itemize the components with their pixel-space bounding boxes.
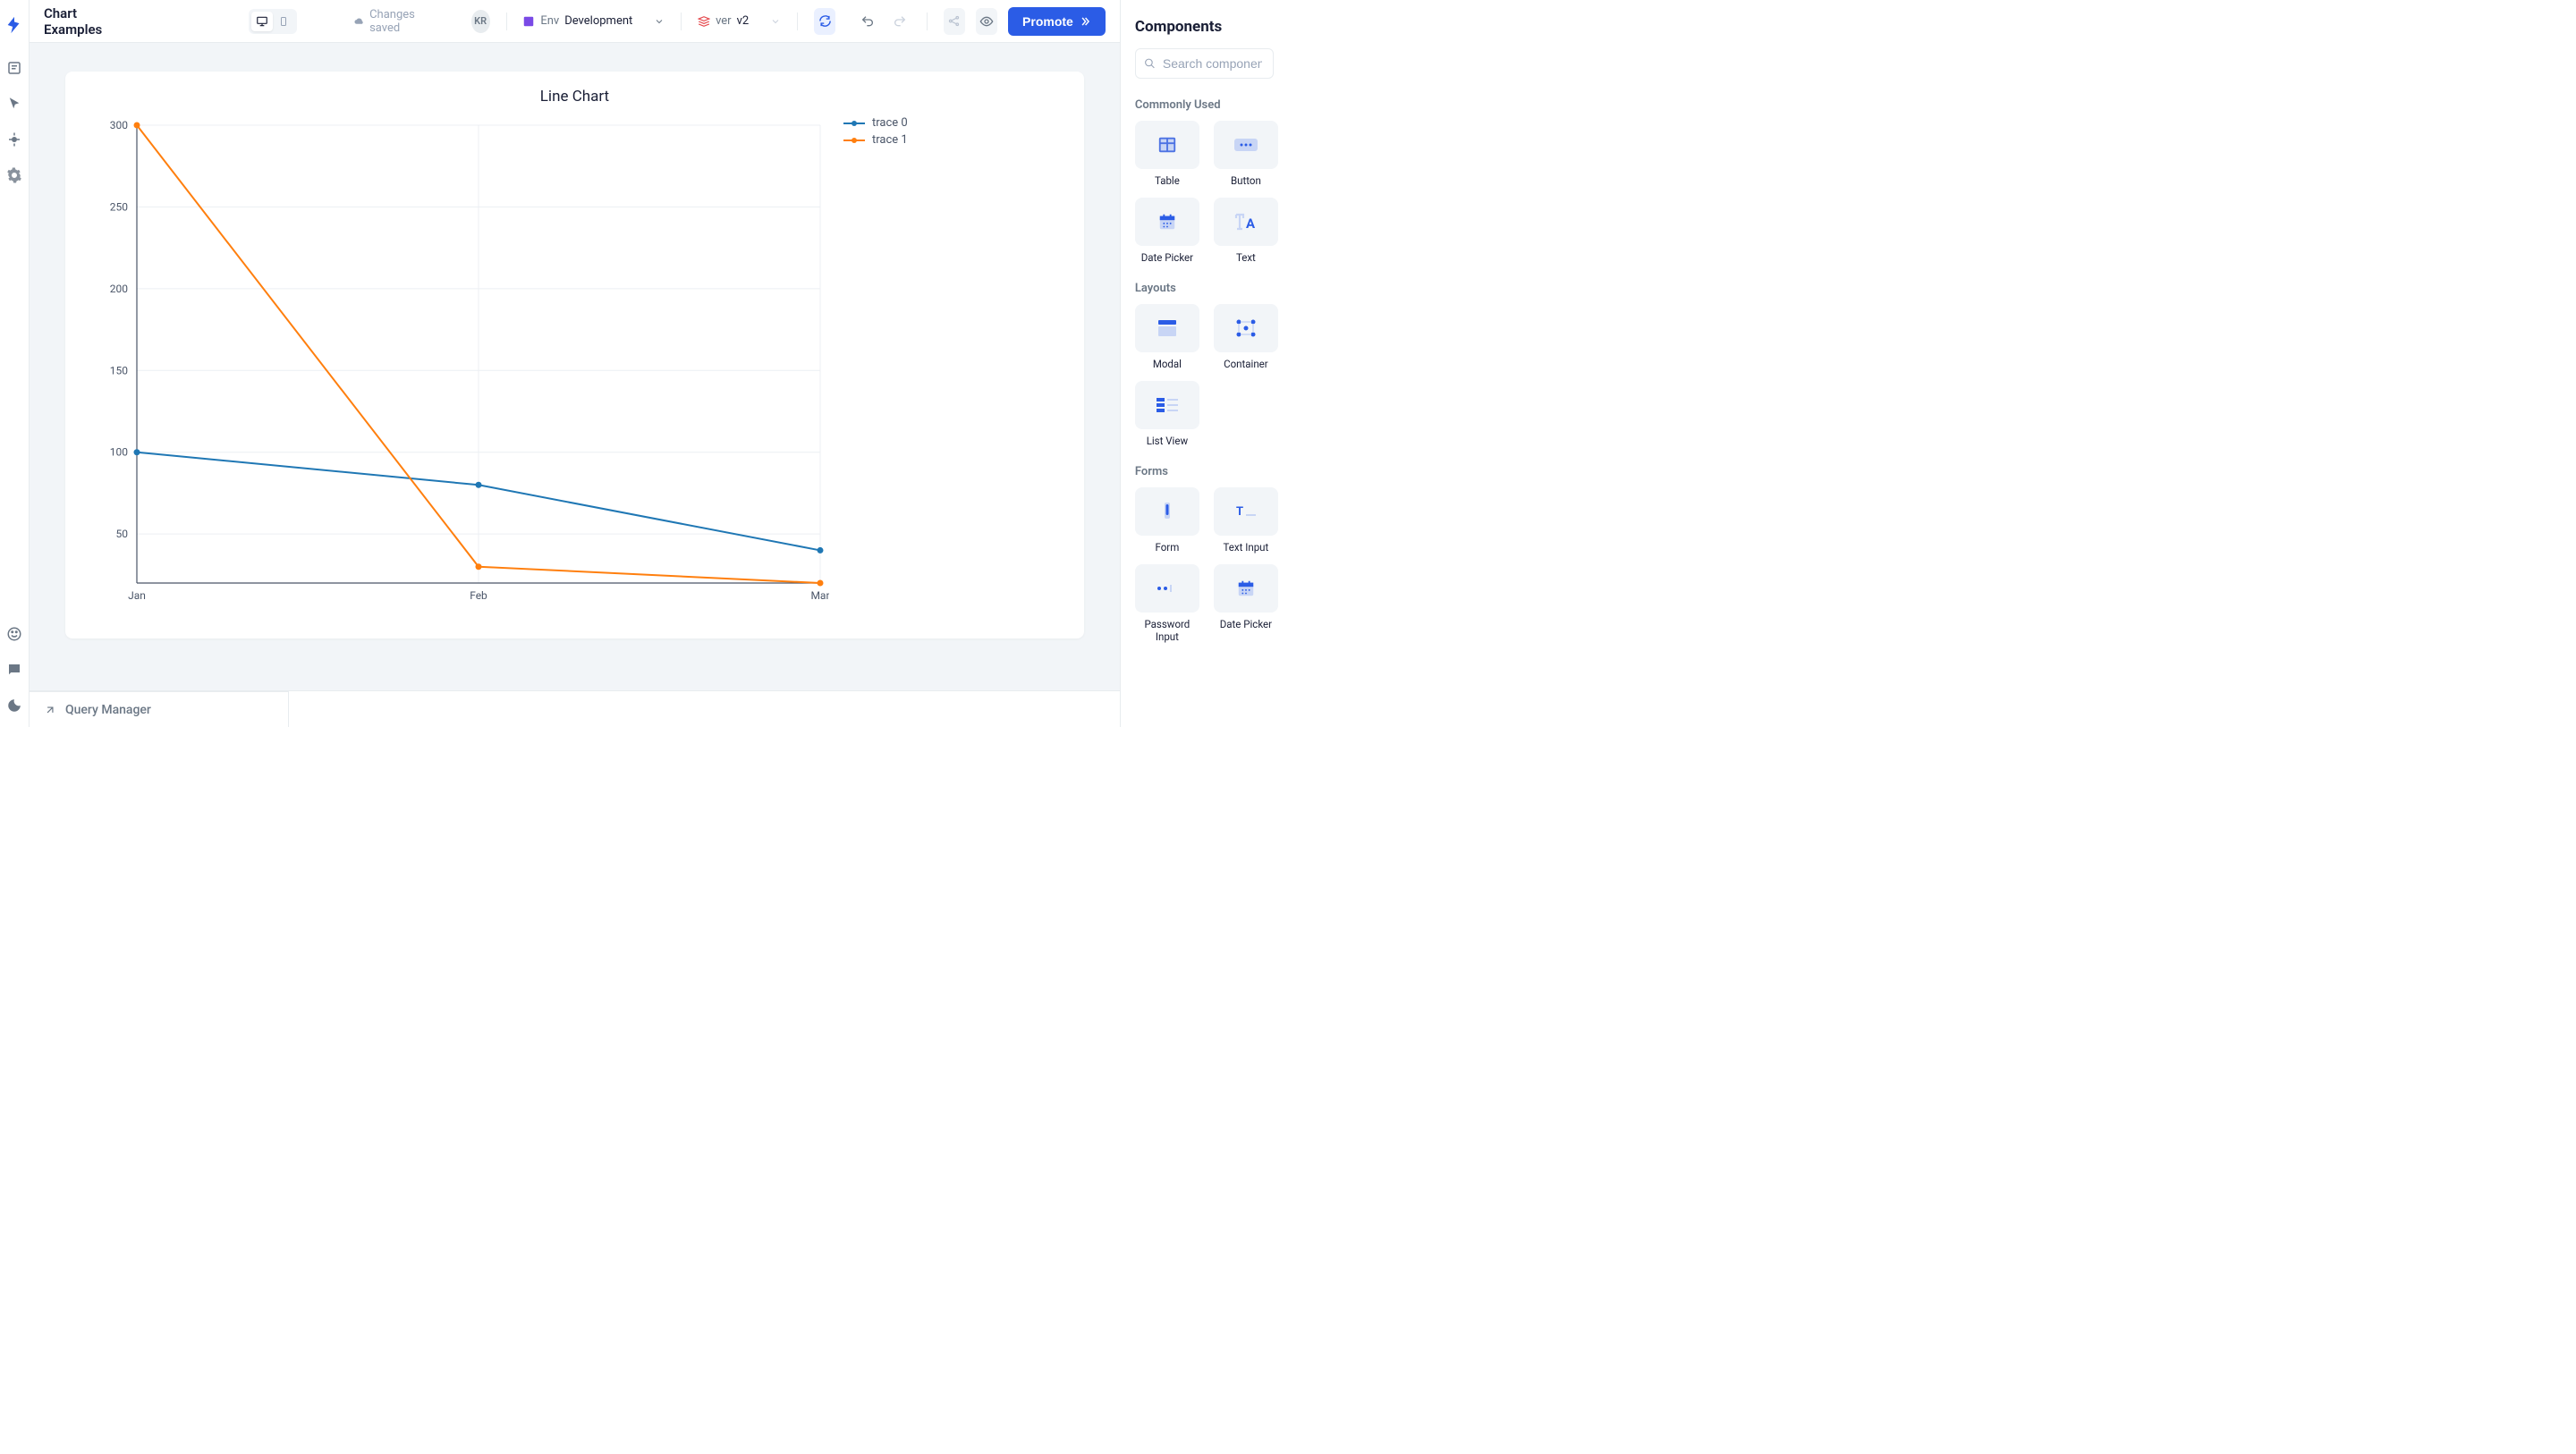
component-label: Text Input xyxy=(1224,541,1269,554)
date-picker-icon xyxy=(1214,564,1278,613)
device-toggle xyxy=(249,9,297,34)
svg-text:Feb: Feb xyxy=(470,589,487,602)
component-label: Password Input xyxy=(1135,618,1199,643)
component-text[interactable]: A Text xyxy=(1214,198,1278,264)
support-icon[interactable] xyxy=(0,620,29,648)
svg-text:50: 50 xyxy=(116,528,129,540)
list-view-icon xyxy=(1135,381,1199,429)
query-manager-toggle[interactable]: Query Manager xyxy=(30,691,289,727)
text-input-icon: T xyxy=(1214,487,1278,536)
chart-legend: trace 0 trace 1 xyxy=(843,116,908,617)
undo-button[interactable] xyxy=(857,8,878,35)
chat-icon[interactable] xyxy=(0,655,29,684)
component-label: Modal xyxy=(1153,358,1182,370)
section-label: Commonly Used xyxy=(1135,98,1274,112)
desktop-view-button[interactable] xyxy=(251,12,273,31)
preview-button[interactable] xyxy=(976,8,997,35)
canvas[interactable]: Line Chart 50 100 150 200 250 300 Jan Feb Mar tr… xyxy=(30,43,1120,690)
legend-item[interactable]: trace 0 xyxy=(843,116,908,130)
container-icon xyxy=(1214,304,1278,352)
pages-icon[interactable] xyxy=(0,54,29,82)
version-selector[interactable]: ver v2 xyxy=(698,14,781,28)
svg-text:300: 300 xyxy=(110,119,128,131)
component-label: Container xyxy=(1224,358,1268,370)
svg-text:T: T xyxy=(1236,505,1243,519)
main-area: Chart Examples Changes saved KR xyxy=(30,0,1120,727)
theme-icon[interactable] xyxy=(0,691,29,720)
version-icon xyxy=(698,15,710,28)
svg-text:250: 250 xyxy=(110,200,128,213)
table-icon xyxy=(1135,121,1199,169)
button-icon xyxy=(1214,121,1278,169)
topbar: Chart Examples Changes saved KR xyxy=(30,0,1120,43)
settings-icon[interactable] xyxy=(0,161,29,190)
search-icon xyxy=(1144,58,1156,70)
user-avatar[interactable]: KR xyxy=(471,10,490,33)
logo-icon[interactable] xyxy=(0,11,29,39)
component-modal[interactable]: Modal xyxy=(1135,304,1199,370)
cloud-icon xyxy=(354,15,364,28)
refresh-button[interactable] xyxy=(814,8,835,35)
search-input[interactable] xyxy=(1135,48,1274,79)
chart-card[interactable]: Line Chart 50 100 150 200 250 300 Jan Feb Mar tr… xyxy=(65,72,1084,638)
search-box xyxy=(1135,48,1274,79)
password-input-icon xyxy=(1135,564,1199,613)
component-password-input[interactable]: Password Input xyxy=(1135,564,1199,643)
save-status: Changes saved xyxy=(354,8,432,35)
debug-icon[interactable] xyxy=(0,125,29,154)
section-label: Layouts xyxy=(1135,282,1274,295)
environment-selector[interactable]: Env Development xyxy=(522,14,665,28)
component-label: Date Picker xyxy=(1141,251,1193,264)
chart-plot: 50 100 150 200 250 300 Jan Feb Mar xyxy=(87,116,829,617)
cursor-icon[interactable] xyxy=(0,89,29,118)
redo-button[interactable] xyxy=(889,8,911,35)
component-label: Date Picker xyxy=(1220,618,1272,630)
svg-text:A: A xyxy=(1246,216,1256,231)
form-icon xyxy=(1135,487,1199,536)
bottom-bar: Query Manager xyxy=(30,690,1120,727)
date-picker-icon xyxy=(1135,198,1199,246)
text-icon: A xyxy=(1214,198,1278,246)
share-button[interactable] xyxy=(944,8,965,35)
svg-text:150: 150 xyxy=(110,364,128,376)
page-title: Chart Examples xyxy=(44,5,120,38)
component-label: Text xyxy=(1236,251,1256,264)
component-list-view[interactable]: List View xyxy=(1135,381,1199,447)
chevron-down-icon xyxy=(770,16,781,27)
chevron-double-right-icon xyxy=(1079,15,1091,28)
svg-text:Jan: Jan xyxy=(128,589,146,602)
legend-item[interactable]: trace 1 xyxy=(843,133,908,147)
environment-icon xyxy=(522,15,535,28)
component-label: List View xyxy=(1147,435,1188,447)
left-nav-rail xyxy=(0,0,30,727)
chart-title: Line Chart xyxy=(87,88,1063,106)
component-text-input[interactable]: T Text Input xyxy=(1214,487,1278,554)
component-label: Button xyxy=(1231,174,1261,187)
components-heading: Components xyxy=(1135,18,1274,36)
modal-icon xyxy=(1135,304,1199,352)
svg-text:200: 200 xyxy=(110,283,128,295)
svg-text:Mar: Mar xyxy=(810,589,829,602)
mobile-view-button[interactable] xyxy=(273,12,294,31)
component-date-picker[interactable]: Date Picker xyxy=(1135,198,1199,264)
component-date-picker[interactable]: Date Picker xyxy=(1214,564,1278,643)
components-panel: Components Commonly UsedTableButtonChart… xyxy=(1120,0,1288,727)
section-label: Forms xyxy=(1135,465,1274,478)
chevron-down-icon xyxy=(654,16,665,27)
component-label: Form xyxy=(1156,541,1180,554)
component-label: Table xyxy=(1155,174,1180,187)
promote-button[interactable]: Promote xyxy=(1008,7,1106,36)
expand-icon xyxy=(44,704,56,716)
component-form[interactable]: Form xyxy=(1135,487,1199,554)
component-container[interactable]: Container xyxy=(1214,304,1278,370)
component-table[interactable]: Table xyxy=(1135,121,1199,187)
svg-text:100: 100 xyxy=(110,446,128,459)
component-button[interactable]: Button xyxy=(1214,121,1278,187)
